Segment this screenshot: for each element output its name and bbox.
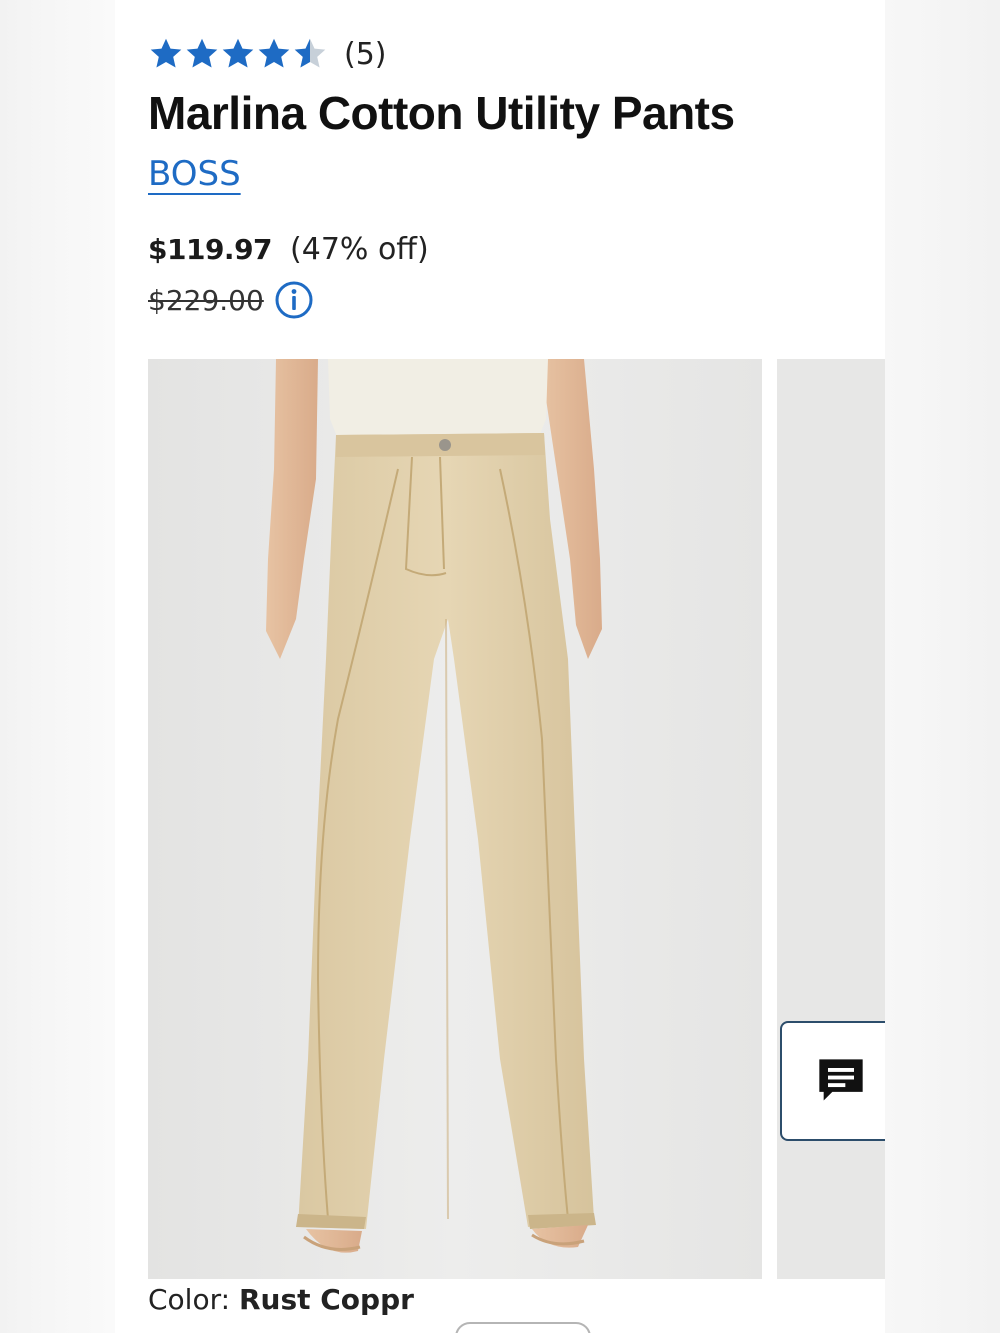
star-half-icon — [294, 38, 326, 68]
product-photo[interactable] — [148, 359, 762, 1279]
original-price: $229.00 — [148, 283, 264, 317]
price-row: $119.97 (47% off) — [148, 232, 429, 267]
info-icon[interactable] — [274, 280, 314, 320]
bottom-pill-button[interactable] — [455, 1322, 591, 1333]
star-icon — [258, 38, 290, 68]
stars — [148, 36, 328, 72]
sale-price: $119.97 — [148, 233, 273, 266]
star-icon — [150, 38, 182, 68]
rating-count[interactable]: (5) — [344, 37, 387, 72]
brand-link[interactable]: BOSS — [148, 154, 241, 194]
star-icon — [222, 38, 254, 68]
star-icon — [186, 38, 218, 68]
color-row: Color: Rust Coppr — [148, 1283, 414, 1316]
product-title: Marlina Cotton Utility Pants — [148, 87, 735, 139]
pants-illustration — [148, 359, 762, 1279]
chat-icon — [819, 1059, 863, 1101]
original-price-row: $229.00 — [148, 280, 314, 320]
product-panel: (5) Marlina Cotton Utility Pants BOSS $1… — [115, 0, 885, 1333]
color-value: Rust Coppr — [238, 1283, 414, 1316]
rating[interactable]: (5) — [148, 36, 387, 72]
product-photo-next[interactable] — [777, 359, 885, 1279]
discount-label: (47% off) — [290, 232, 429, 267]
chat-button[interactable] — [780, 1021, 885, 1141]
color-label: Color: — [148, 1283, 239, 1316]
